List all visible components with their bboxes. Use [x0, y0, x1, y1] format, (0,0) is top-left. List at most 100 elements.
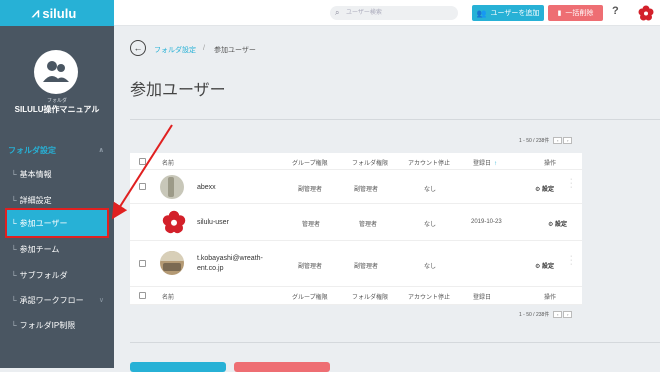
- logo-icon: ⩘: [32, 5, 40, 20]
- group-permission: 副管理者: [298, 187, 323, 193]
- col-registered-sort[interactable]: 登録日 ↑: [473, 158, 497, 167]
- table-row: silulu-user 管理者 管理者 なし 2019-10-23 ⚙ 設定: [130, 204, 582, 241]
- indent-icon: └: [11, 270, 17, 280]
- chevron-down-icon: ∨: [98, 297, 104, 304]
- col-account-suspend: アカウント停止: [408, 295, 451, 301]
- avatar: [160, 175, 184, 199]
- bulk-delete-label: 一括削除: [565, 10, 594, 17]
- indent-icon: └: [11, 218, 17, 228]
- user-name-line2: ent.co.jp: [197, 265, 224, 272]
- settings-button[interactable]: ⚙ 設定: [535, 184, 554, 193]
- folder-name: SILULU操作マニュアル: [14, 105, 100, 114]
- indent-icon: └: [11, 244, 17, 254]
- sidebar-item-label: 承認ワークフロー: [19, 295, 84, 305]
- folder-name-ruby: フォルダ: [46, 98, 67, 104]
- pagination-label: 1 - 50 / 238件: [519, 312, 550, 318]
- col-folder-permission: フォルダ権限: [352, 295, 389, 301]
- sidebar-item-label: 参加ユーザー: [19, 218, 68, 228]
- sidebar-item-label: 基本情報: [19, 169, 52, 179]
- folder-permission: 管理者: [359, 222, 378, 228]
- main-content: ← フォルダ設定 / 参加ユーザー 参加ユーザー 1 - 50 / 238件 ‹…: [114, 26, 660, 368]
- user-name-line1: t.kobayashi@wreath-: [197, 255, 263, 262]
- breadcrumb-link[interactable]: フォルダ設定: [154, 45, 196, 55]
- sidebar-item-participating-users[interactable]: └ 参加ユーザー: [5, 208, 109, 238]
- search-icon: ⌕: [335, 8, 340, 17]
- col-action: 操作: [544, 161, 557, 167]
- more-options-icon[interactable]: · · ·: [570, 176, 572, 191]
- search-input[interactable]: ⌕ ユーザー検索: [330, 6, 458, 20]
- users-icon: [43, 61, 69, 82]
- cancel-button[interactable]: [234, 362, 330, 372]
- chevron-up-icon: ∧: [98, 147, 104, 154]
- avatar: [160, 251, 184, 275]
- account-suspend: なし: [424, 222, 437, 228]
- table-row: abexx 副管理者 副管理者 なし ⚙ 設定 · · ·: [130, 170, 582, 204]
- settings-button[interactable]: ⚙ 設定: [548, 219, 567, 228]
- breadcrumb-separator: /: [203, 45, 205, 52]
- sort-arrow-icon: ↑: [494, 161, 498, 167]
- col-group-permission: グループ権限: [292, 161, 328, 167]
- table-row: t.kobayashi@wreath-ent.co.jp 副管理者 副管理者 な…: [130, 241, 582, 287]
- sidebar-item-approval-workflow[interactable]: └ 承認ワークフロー ∨: [0, 287, 114, 313]
- sidebar-item-folder-ip-restriction[interactable]: └ フォルダIP制限: [0, 312, 114, 338]
- pagination-label: 1 - 50 / 238件: [519, 138, 550, 144]
- account-suspend: なし: [424, 264, 437, 270]
- gear-icon: ⚙: [548, 222, 556, 228]
- col-registered: 登録日: [473, 295, 492, 301]
- page-title: 参加ユーザー: [130, 82, 226, 99]
- avatar: [162, 210, 186, 234]
- add-user-button[interactable]: 👥 ユーザーを追加: [472, 5, 544, 21]
- col-action: 操作: [544, 295, 557, 301]
- col-name: 名前: [162, 295, 175, 301]
- col-group-permission: グループ権限: [292, 295, 328, 301]
- settings-label: 設定: [555, 222, 568, 228]
- gear-icon: ⚙: [535, 264, 543, 270]
- sidebar-section-folder-settings[interactable]: フォルダ設定 ∧: [0, 140, 114, 160]
- sidebar-item-basic-info[interactable]: └ 基本情報: [0, 161, 114, 187]
- settings-label: 設定: [542, 264, 555, 270]
- pagination-top: 1 - 50 / 238件 ‹ ›: [519, 137, 573, 144]
- indent-icon: └: [11, 169, 17, 179]
- settings-button[interactable]: ⚙ 設定: [535, 261, 554, 270]
- user-name: t.kobayashi@wreath-ent.co.jp: [197, 254, 263, 274]
- arrow-left-icon: ←: [133, 43, 143, 53]
- prev-page-button[interactable]: ‹: [553, 311, 563, 318]
- select-all-checkbox[interactable]: [139, 292, 146, 299]
- add-user-label: ユーザーを追加: [490, 10, 540, 17]
- folder-avatar: [34, 50, 78, 94]
- bulk-delete-button[interactable]: ▮ 一括削除: [548, 5, 603, 21]
- sidebar-item-subfolder[interactable]: └ サブフォルダ: [0, 262, 114, 288]
- user-name: silulu-user: [197, 219, 229, 226]
- row-checkbox[interactable]: [139, 183, 146, 190]
- row-checkbox[interactable]: [139, 260, 146, 267]
- col-name: 名前: [162, 161, 175, 167]
- sidebar-section-label: フォルダ設定: [8, 145, 56, 155]
- gear-icon: ⚙: [535, 187, 543, 193]
- app-logo[interactable]: ⩘ silulu: [0, 0, 114, 26]
- trash-icon: ▮: [557, 10, 562, 17]
- app-name: silulu: [42, 5, 77, 21]
- save-button[interactable]: [130, 362, 226, 372]
- indent-icon: └: [11, 320, 17, 330]
- help-button[interactable]: ?: [612, 5, 619, 17]
- pagination-bottom: 1 - 50 / 238件 ‹ ›: [519, 311, 573, 318]
- add-user-icon: 👥: [476, 8, 487, 18]
- back-button[interactable]: ←: [130, 40, 146, 56]
- select-all-checkbox[interactable]: [139, 158, 146, 165]
- top-bar: ⌕ ユーザー検索 👥 ユーザーを追加 ▮ 一括削除 ?: [114, 0, 660, 26]
- prev-page-button[interactable]: ‹: [553, 137, 563, 144]
- next-page-button[interactable]: ›: [563, 311, 573, 318]
- users-table: 名前 グループ権限 フォルダ権限 アカウント停止 登録日 ↑ 操作 abexx 副…: [130, 153, 582, 305]
- breadcrumb-current: 参加ユーザー: [214, 47, 256, 54]
- user-avatar-icon[interactable]: [638, 5, 654, 21]
- account-suspend: なし: [424, 187, 437, 193]
- more-options-icon[interactable]: · · ·: [570, 253, 572, 268]
- next-page-button[interactable]: ›: [563, 137, 573, 144]
- folder-permission: 副管理者: [354, 264, 379, 270]
- table-footer-row: 名前 グループ権限 フォルダ権限 アカウント停止 登録日 操作: [130, 287, 582, 305]
- sidebar-item-label: フォルダIP制限: [19, 320, 76, 330]
- sidebar-item-participating-teams[interactable]: └ 参加チーム: [0, 236, 114, 262]
- footer-divider: [130, 342, 660, 343]
- col-registered-label: 登録日: [473, 161, 492, 167]
- folder-permission: 副管理者: [354, 187, 379, 193]
